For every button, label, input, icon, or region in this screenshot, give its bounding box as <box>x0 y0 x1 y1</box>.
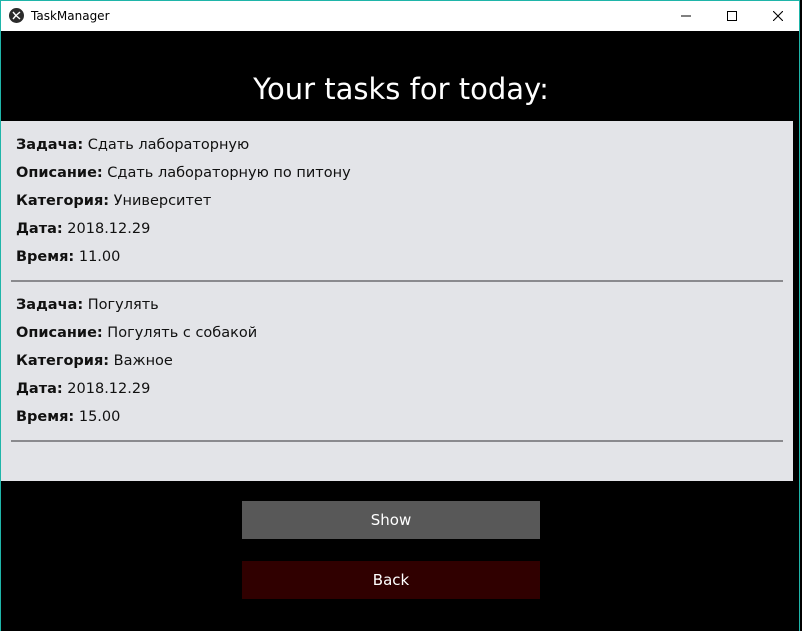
page-heading: Your tasks for today: <box>253 72 549 106</box>
field-label: Задача: <box>16 297 84 313</box>
field-label: Время: <box>16 409 75 425</box>
task-item: Задача: Сдать лабораторную Описание: Сда… <box>16 135 351 275</box>
task-field-time: Время: 15.00 <box>16 407 257 435</box>
show-button[interactable]: Show <box>242 501 540 539</box>
maximize-icon <box>727 11 737 21</box>
close-button[interactable] <box>755 1 801 31</box>
task-field-category: Категория: Важное <box>16 351 257 379</box>
field-value: 2018.12.29 <box>62 221 151 237</box>
field-label: Описание: <box>16 165 103 181</box>
task-field-title: Задача: Погулять <box>16 295 257 323</box>
field-value: 15.00 <box>74 409 121 425</box>
field-label: Категория: <box>16 193 110 209</box>
back-button[interactable]: Back <box>242 561 540 599</box>
task-field-date: Дата: 2018.12.29 <box>16 379 257 407</box>
field-value: Университет <box>109 193 212 209</box>
minimize-icon <box>681 15 691 17</box>
field-value: 11.00 <box>74 249 121 265</box>
field-value: Сдать лабораторную <box>83 137 250 153</box>
field-value: Сдать лабораторную по питону <box>102 165 351 181</box>
task-divider <box>11 280 783 282</box>
field-label: Описание: <box>16 325 103 341</box>
field-value: Погулять <box>83 297 159 313</box>
field-label: Дата: <box>16 221 63 237</box>
minimize-button[interactable] <box>663 1 709 31</box>
task-field-title: Задача: Сдать лабораторную <box>16 135 351 163</box>
app-icon <box>9 8 24 23</box>
task-field-description: Описание: Сдать лабораторную по питону <box>16 163 351 191</box>
maximize-button[interactable] <box>709 1 755 31</box>
app-window: TaskManager Your tasks for today: Задача… <box>0 0 800 631</box>
window-title: TaskManager <box>31 9 110 23</box>
close-icon <box>773 11 783 21</box>
task-divider <box>11 440 783 442</box>
task-field-time: Время: 11.00 <box>16 247 351 275</box>
task-field-description: Описание: Погулять с собакой <box>16 323 257 351</box>
field-value: Погулять с собакой <box>102 325 258 341</box>
task-item: Задача: Погулять Описание: Погулять с со… <box>16 295 257 435</box>
field-label: Задача: <box>16 137 84 153</box>
tasks-panel: Задача: Сдать лабораторную Описание: Сда… <box>1 121 793 481</box>
field-value: Важное <box>109 353 173 369</box>
field-value: 2018.12.29 <box>62 381 151 397</box>
task-field-date: Дата: 2018.12.29 <box>16 219 351 247</box>
field-label: Дата: <box>16 381 63 397</box>
field-label: Время: <box>16 249 75 265</box>
task-field-category: Категория: Университет <box>16 191 351 219</box>
field-label: Категория: <box>16 353 110 369</box>
title-bar[interactable]: TaskManager <box>1 0 799 31</box>
